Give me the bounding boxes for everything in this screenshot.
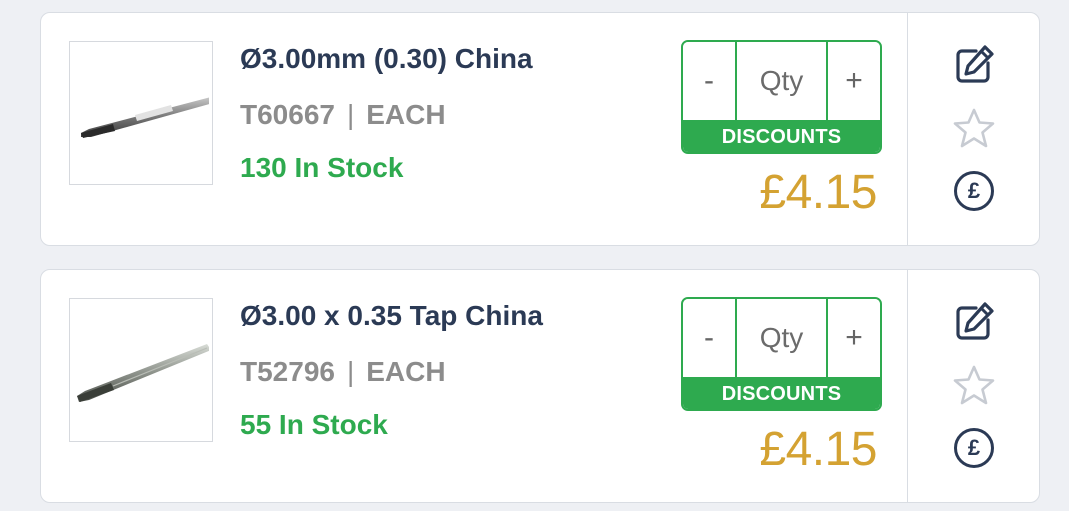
quantity-stepper: - + DISCOUNTS <box>681 297 882 411</box>
quantity-stepper: - + DISCOUNTS <box>681 40 882 154</box>
edit-button[interactable] <box>952 300 996 344</box>
product-image[interactable] <box>69 298 213 442</box>
discounts-button[interactable]: DISCOUNTS <box>683 377 880 409</box>
product-unit: EACH <box>366 99 446 130</box>
product-list: Ø3.00mm (0.30) China T60667 | EACH 130 In … <box>0 0 1069 511</box>
product-image[interactable] <box>69 41 213 185</box>
stock-status: 130 In Stock <box>240 152 404 183</box>
product-title[interactable]: Ø3.00 x 0.35 Tap China <box>240 300 543 332</box>
pound-icon: £ <box>954 428 994 468</box>
product-code: T60667 <box>240 99 335 130</box>
favourite-button[interactable] <box>952 364 996 408</box>
product-price: £4.15 <box>759 423 877 476</box>
quantity-row: - + <box>683 299 880 377</box>
meta-separator: | <box>346 356 355 387</box>
product-code: T52796 <box>240 356 335 387</box>
qty-input[interactable] <box>737 42 826 120</box>
edit-icon <box>956 45 994 83</box>
action-column: £ <box>907 13 1039 245</box>
favourite-button[interactable] <box>952 107 996 151</box>
product-meta: T60667 | EACH <box>240 99 446 131</box>
increment-button[interactable]: + <box>826 299 880 377</box>
product-title[interactable]: Ø3.00mm (0.30) China <box>240 43 533 75</box>
product-meta: T52796 | EACH <box>240 356 446 388</box>
tap-drill-image <box>77 344 209 402</box>
product-price: £4.15 <box>759 166 877 219</box>
decrement-button[interactable]: - <box>683 42 737 120</box>
price-info-button[interactable]: £ <box>952 426 996 470</box>
discounts-button[interactable]: DISCOUNTS <box>683 120 880 152</box>
edit-button[interactable] <box>952 43 996 87</box>
pound-icon: £ <box>954 171 994 211</box>
product-unit: EACH <box>366 356 446 387</box>
product-card: Ø3.00 x 0.35 Tap China T52796 | EACH 55 In… <box>40 269 1040 503</box>
star-icon <box>953 365 995 405</box>
action-column: £ <box>907 270 1039 502</box>
decrement-button[interactable]: - <box>683 299 737 377</box>
quantity-row: - + <box>683 42 880 120</box>
meta-separator: | <box>346 99 355 130</box>
tap-drill-image <box>81 97 209 138</box>
stock-status: 55 In Stock <box>240 409 388 440</box>
star-icon <box>953 108 995 148</box>
qty-input[interactable] <box>737 299 826 377</box>
edit-icon <box>956 302 994 340</box>
product-card: Ø3.00mm (0.30) China T60667 | EACH 130 In … <box>40 12 1040 246</box>
price-info-button[interactable]: £ <box>952 169 996 213</box>
increment-button[interactable]: + <box>826 42 880 120</box>
